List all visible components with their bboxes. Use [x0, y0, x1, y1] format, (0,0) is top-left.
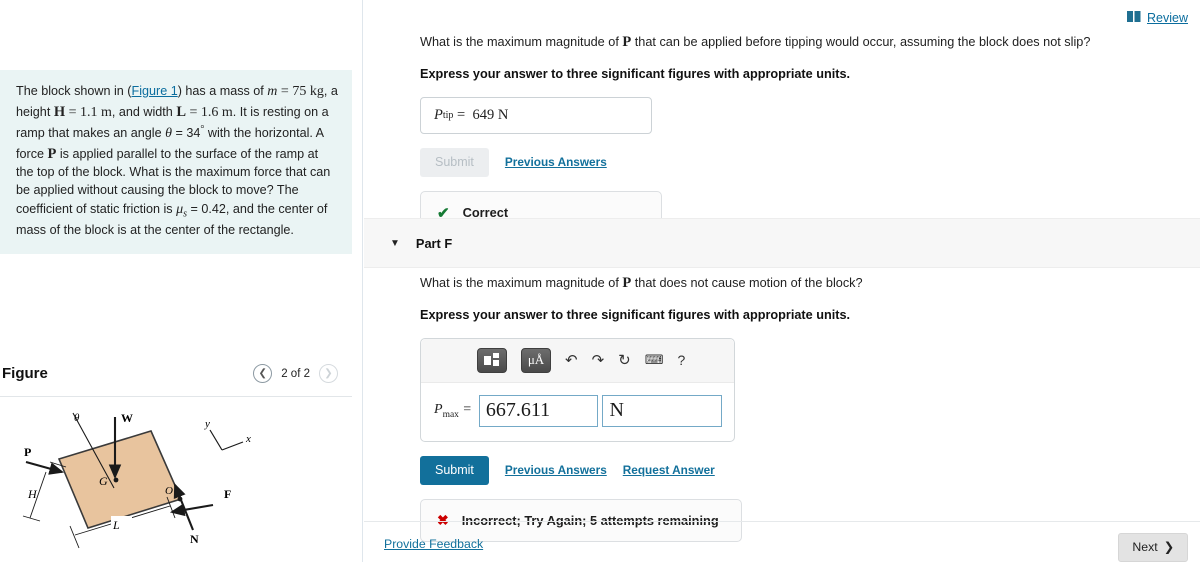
part-e-question-pre: What is the maximum magnitude of — [420, 35, 623, 49]
book-icon — [1127, 11, 1141, 25]
h-tick — [22, 515, 41, 522]
part-f-question-var: P — [622, 275, 632, 291]
part-e-question-var: P — [622, 34, 632, 50]
force-p-arrow — [25, 460, 65, 475]
label-x-axis: x — [245, 433, 251, 445]
part-f-title: Part F — [415, 235, 453, 251]
figure-image[interactable]: P θ W G O F N H L y x — [0, 400, 352, 562]
part-e-question: What is the maximum magnitude of P that … — [420, 33, 1180, 52]
review-link-group[interactable]: Review — [1127, 11, 1188, 25]
part-f-answer-subscript: max — [442, 409, 459, 420]
mass-value: = 75 kg — [280, 84, 324, 99]
theta-value: = 34 — [175, 125, 201, 140]
next-button[interactable]: Next ❯ — [1118, 533, 1188, 562]
part-f-instruction: Express your answer to three significant… — [420, 307, 851, 322]
part-f-value-input[interactable]: 667.611 — [478, 394, 599, 427]
part-f-answer-equals: = — [462, 401, 472, 417]
problem-statement: The block shown in (Figure 1) has a mass… — [0, 70, 352, 254]
part-f-answer-label: Pmax = — [434, 402, 472, 420]
figure-page-label: 2 of 2 — [281, 367, 310, 380]
undo-icon[interactable]: ↶ — [565, 351, 578, 369]
width-symbol: L — [176, 103, 186, 120]
block-shape — [57, 430, 183, 529]
part-e-instruction: Express your answer to three significant… — [420, 66, 851, 81]
part-e-answer-value: 649 N — [472, 106, 509, 123]
axis-y-line — [209, 429, 223, 451]
reset-icon[interactable]: ↻ — [618, 351, 631, 369]
part-e-body: What is the maximum magnitude of P that … — [420, 33, 1180, 235]
part-f-request-answer-link[interactable]: Request Answer — [623, 463, 715, 477]
force-n-arrow — [173, 483, 194, 531]
label-P: P — [24, 445, 31, 459]
label-F: F — [224, 487, 231, 501]
center-of-mass-dot — [113, 477, 119, 483]
help-icon[interactable]: ? — [678, 352, 686, 368]
part-e-answer-equals: = — [457, 106, 466, 123]
part-e-answer-symbol: P — [434, 106, 443, 123]
part-f-answer-symbol: P — [434, 401, 443, 417]
mass-symbol: m — [267, 84, 278, 99]
label-H: H — [27, 487, 38, 501]
part-f-question-pre: What is the maximum magnitude of — [420, 276, 623, 290]
keyboard-icon[interactable]: ⌨ — [645, 352, 664, 368]
part-e-question-tail: that can be applied before tipping would… — [631, 35, 1091, 49]
part-f-actions: Submit Previous Answers Request Answer — [420, 455, 1180, 485]
height-symbol: H — [53, 103, 66, 120]
axis-x-line — [221, 441, 244, 451]
problem-text-1: ) has a mass of — [177, 84, 268, 98]
part-f-question-tail: that does not cause motion of the block? — [631, 276, 863, 290]
part-f-submit-button[interactable]: Submit — [420, 455, 489, 485]
main-panel: Review What is the maximum magnitude of … — [364, 0, 1200, 562]
page-root: The block shown in (Figure 1) has a mass… — [0, 0, 1200, 562]
footer-divider — [364, 521, 1200, 522]
chevron-right-icon: ❯ — [1163, 540, 1174, 554]
part-f-previous-answers-link[interactable]: Previous Answers — [505, 463, 607, 477]
provide-feedback-link[interactable]: Provide Feedback — [384, 537, 483, 551]
figure-prev-button[interactable]: ❮ — [253, 364, 273, 383]
label-y-axis: y — [204, 418, 210, 430]
width-value: = 1.6 m — [189, 104, 233, 120]
next-button-label: Next — [1132, 540, 1158, 554]
math-toolbar: μÅ ↶ ↷ ↻ ⌨ ? — [421, 338, 734, 383]
template-icon[interactable] — [477, 347, 507, 373]
force-f-arrow — [169, 503, 214, 517]
part-f-unit-input[interactable]: N — [602, 394, 722, 427]
left-panel: The block shown in (Figure 1) has a mass… — [0, 0, 363, 562]
label-G: G — [99, 474, 108, 488]
part-f-answer-row: Pmax = 667.611 N — [421, 383, 734, 427]
part-f-question: What is the maximum magnitude of P that … — [420, 274, 1180, 293]
units-icon[interactable]: μÅ — [521, 347, 551, 373]
redo-icon[interactable]: ↷ — [592, 351, 605, 369]
part-e-answer-display: Ptip = 649 N — [420, 96, 652, 134]
block-ramp-diagram: P θ W G O F N H L y x — [22, 411, 251, 549]
figure-divider — [0, 396, 352, 397]
label-W: W — [121, 411, 133, 425]
figure-next-button[interactable]: ❯ — [319, 364, 338, 383]
part-f-body: What is the maximum magnitude of P that … — [420, 274, 1180, 542]
part-e-submit-button[interactable]: Submit — [420, 147, 489, 177]
label-theta: θ — [74, 412, 80, 424]
figure-1-link[interactable]: Figure 1 — [132, 84, 178, 98]
height-value: = 1.1 m — [68, 104, 112, 120]
theta-symbol: θ — [165, 125, 172, 141]
part-e-answer-subscript: tip — [442, 109, 454, 121]
part-f-answer-widget: μÅ ↶ ↷ ↻ ⌨ ? Pmax = 667.611 N — [420, 337, 735, 442]
part-e-actions: Submit Previous Answers — [420, 147, 1180, 177]
figure-title: Figure — [2, 365, 48, 382]
l-tick-left — [69, 525, 80, 549]
label-O: O — [165, 485, 173, 497]
problem-text-pre: The block shown in ( — [16, 84, 132, 98]
caret-down-icon[interactable]: ▼ — [390, 238, 400, 249]
problem-text-3: , and width — [111, 104, 177, 119]
review-link[interactable]: Review — [1147, 11, 1188, 25]
label-L: L — [112, 518, 120, 532]
part-e-previous-answers-link[interactable]: Previous Answers — [505, 155, 607, 169]
figure-pager: ❮ 2 of 2 ❯ — [253, 364, 338, 383]
figure-header: Figure ❮ 2 of 2 ❯ — [0, 364, 352, 383]
part-f-header[interactable]: ▼ Part F — [364, 218, 1200, 268]
label-N: N — [190, 532, 199, 546]
